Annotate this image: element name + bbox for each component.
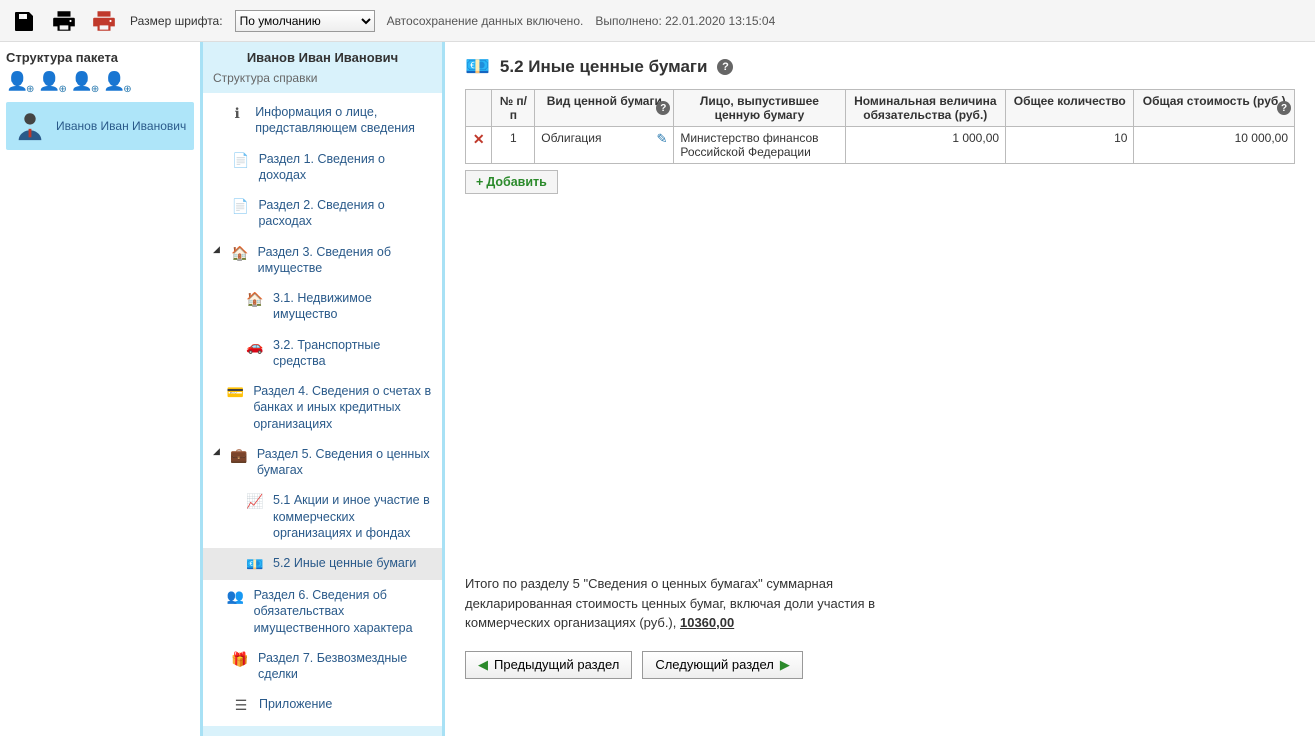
next-section-button[interactable]: Следующий раздел▶ bbox=[642, 651, 803, 679]
col-num: № п/п bbox=[492, 90, 535, 127]
nav-item-section-5[interactable]: ◢ 💼 Раздел 5. Сведения о ценных бумагах bbox=[203, 439, 442, 486]
nav-item-section-3-2[interactable]: 🚗 3.2. Транспортные средства bbox=[203, 330, 442, 377]
toolbar: Размер шрифта: По умолчанию Автосохранен… bbox=[0, 0, 1315, 42]
briefcase-icon: 💼 bbox=[229, 446, 249, 464]
card-icon: 💳 bbox=[225, 383, 245, 401]
money-icon: 💶 bbox=[245, 555, 265, 573]
nav-item-section-2[interactable]: 📄 Раздел 2. Сведения о расходах bbox=[203, 190, 442, 237]
nav-item-section-1[interactable]: 📄 Раздел 1. Сведения о доходах bbox=[203, 144, 442, 191]
nav-item-section-3-1[interactable]: 🏠 3.1. Недвижимое имущество bbox=[203, 283, 442, 330]
add-person-icon[interactable]: 👤 bbox=[38, 71, 60, 92]
timestamp-label: Выполнено: 22.01.2020 13:15:04 bbox=[595, 14, 775, 28]
col-nominal: Номинальная величи­на обязательства (руб… bbox=[845, 90, 1006, 127]
nav-item-section-3[interactable]: ◢ 🏠 Раздел 3. Сведения об имуществе bbox=[203, 237, 442, 284]
nav-item-person-info[interactable]: ℹ Информация о лице, представляющем свед… bbox=[203, 97, 442, 144]
save-icon[interactable] bbox=[10, 7, 38, 35]
help-icon[interactable]: ? bbox=[656, 101, 670, 115]
cell-qty[interactable]: 10 bbox=[1006, 127, 1134, 164]
people-icon: 👥 bbox=[226, 587, 246, 605]
money-icon: 💶 bbox=[465, 54, 490, 79]
cell-nominal[interactable]: 1 000,00 bbox=[845, 127, 1006, 164]
autosave-status: Автосохранение данных включено. bbox=[387, 14, 584, 28]
summary-total: 10360,00 bbox=[680, 615, 734, 630]
package-structure-panel: Структура пакета 👤 👤 👤 👤 Иванов Иван Ива… bbox=[0, 42, 200, 736]
nav-label: Раздел 4. Сведения о счетах в банках и и… bbox=[253, 383, 432, 432]
col-kind: Вид ценной бу­маги? bbox=[535, 90, 674, 127]
person-card[interactable]: Иванов Иван Иванович bbox=[6, 102, 194, 150]
car-icon: 🚗 bbox=[245, 337, 265, 355]
col-delete bbox=[466, 90, 492, 127]
print-icon[interactable] bbox=[50, 7, 78, 35]
print-red-icon[interactable] bbox=[90, 7, 118, 35]
cell-num: 1 bbox=[492, 127, 535, 164]
col-issuer: Лицо, выпустившее ценную бумагу bbox=[674, 90, 845, 127]
person-name: Иванов Иван Иванович bbox=[56, 119, 186, 133]
arrow-right-icon: ▶ bbox=[780, 657, 790, 673]
reference-subtitle: Структура справки bbox=[203, 69, 442, 93]
house-car-icon: 🏠 bbox=[230, 244, 250, 262]
list-icon: ☰ bbox=[231, 696, 251, 714]
cell-issuer[interactable]: Министерство финансов Российской Федерац… bbox=[674, 127, 845, 164]
add-row-button[interactable]: +Добавить bbox=[465, 170, 558, 194]
help-icon[interactable]: ? bbox=[1277, 101, 1291, 115]
document-minus-icon: 📄 bbox=[230, 197, 250, 215]
cell-total[interactable]: 10 000,00 bbox=[1134, 127, 1295, 164]
nav-label: Раздел 6. Сведения об обязательствах иму… bbox=[254, 587, 432, 636]
font-size-label: Размер шрифта: bbox=[130, 14, 223, 28]
reference-structure-panel: Иванов Иван Иванович Структура справки ℹ… bbox=[200, 42, 445, 736]
col-total: Общая стоимость (руб.)? bbox=[1134, 90, 1295, 127]
section-summary: Итого по разделу 5 "Сведения о ценных бу… bbox=[465, 574, 915, 633]
add-person-icon[interactable]: 👤 bbox=[71, 71, 93, 92]
content-panel: 💶 5.2 Иные ценные бумаги ? № п/п Вид цен… bbox=[445, 42, 1315, 736]
package-title: Структура пакета bbox=[6, 50, 194, 65]
gift-icon: 🎁 bbox=[230, 650, 250, 668]
nav-label: 3.2. Транспортные средства bbox=[273, 337, 432, 370]
info-icon: ℹ bbox=[227, 104, 247, 122]
delete-row-button[interactable]: ✕ bbox=[466, 127, 492, 164]
edit-icon[interactable]: ✎ bbox=[656, 131, 667, 147]
avatar-icon bbox=[12, 108, 48, 144]
col-qty: Общее количест­во bbox=[1006, 90, 1134, 127]
cell-kind[interactable]: Облигация✎ bbox=[535, 127, 674, 164]
add-person-red-icon[interactable]: 👤 bbox=[103, 71, 125, 92]
chevron-down-icon[interactable]: ◢ bbox=[213, 244, 222, 256]
nav-label: Раздел 2. Сведения о расходах bbox=[258, 197, 432, 230]
chevron-down-icon[interactable]: ◢ bbox=[213, 446, 221, 458]
plus-icon: + bbox=[476, 175, 483, 189]
nav-label: Приложение bbox=[259, 696, 332, 712]
nav-label: 5.1 Акции и иное участие в коммерческих … bbox=[273, 492, 432, 541]
reference-person-name: Иванов Иван Иванович bbox=[203, 42, 442, 69]
chart-icon: 📈 bbox=[245, 492, 265, 510]
prev-section-button[interactable]: ◀Предыдущий раздел bbox=[465, 651, 632, 679]
nav-item-section-7[interactable]: 🎁 Раздел 7. Безвозмездные сделки bbox=[203, 643, 442, 690]
nav-item-section-4[interactable]: 💳 Раздел 4. Сведения о счетах в банках и… bbox=[203, 376, 442, 439]
securities-table: № п/п Вид ценной бу­маги? Лицо, выпустив… bbox=[465, 89, 1295, 164]
nav-item-section-6[interactable]: 👥 Раздел 6. Сведения об обязательствах и… bbox=[203, 580, 442, 643]
nav-item-section-5-1[interactable]: 📈 5.1 Акции и иное участие в коммерчески… bbox=[203, 485, 442, 548]
nav-label: Раздел 3. Сведения об имуществе bbox=[258, 244, 432, 277]
font-size-select[interactable]: По умолчанию bbox=[235, 10, 375, 32]
house-icon: 🏠 bbox=[245, 290, 265, 308]
add-person-icon[interactable]: 👤 bbox=[6, 71, 28, 92]
section-title: 5.2 Иные ценные бумаги bbox=[500, 57, 708, 77]
help-icon[interactable]: ? bbox=[717, 59, 733, 75]
add-person-icons: 👤 👤 👤 👤 bbox=[6, 71, 194, 92]
nav-item-section-5-2[interactable]: 💶 5.2 Иные ценные бумаги bbox=[203, 548, 442, 580]
nav-list: ℹ Информация о лице, представляющем свед… bbox=[203, 93, 442, 726]
nav-label: Раздел 5. Сведения о ценных бумагах bbox=[257, 446, 432, 479]
nav-label: Раздел 1. Сведения о доходах bbox=[259, 151, 432, 184]
document-plus-icon: 📄 bbox=[231, 151, 251, 169]
table-row[interactable]: ✕ 1 Облигация✎ Министерство финансов Рос… bbox=[466, 127, 1295, 164]
arrow-left-icon: ◀ bbox=[478, 657, 488, 673]
nav-label: Раздел 7. Безвозмездные сделки bbox=[258, 650, 432, 683]
nav-item-appendix[interactable]: ☰ Приложение bbox=[203, 689, 442, 721]
nav-label: 5.2 Иные ценные бумаги bbox=[273, 555, 416, 571]
nav-label: 3.1. Недвижимое имущество bbox=[273, 290, 432, 323]
nav-label: Информация о лице, представляющем сведен… bbox=[255, 104, 432, 137]
